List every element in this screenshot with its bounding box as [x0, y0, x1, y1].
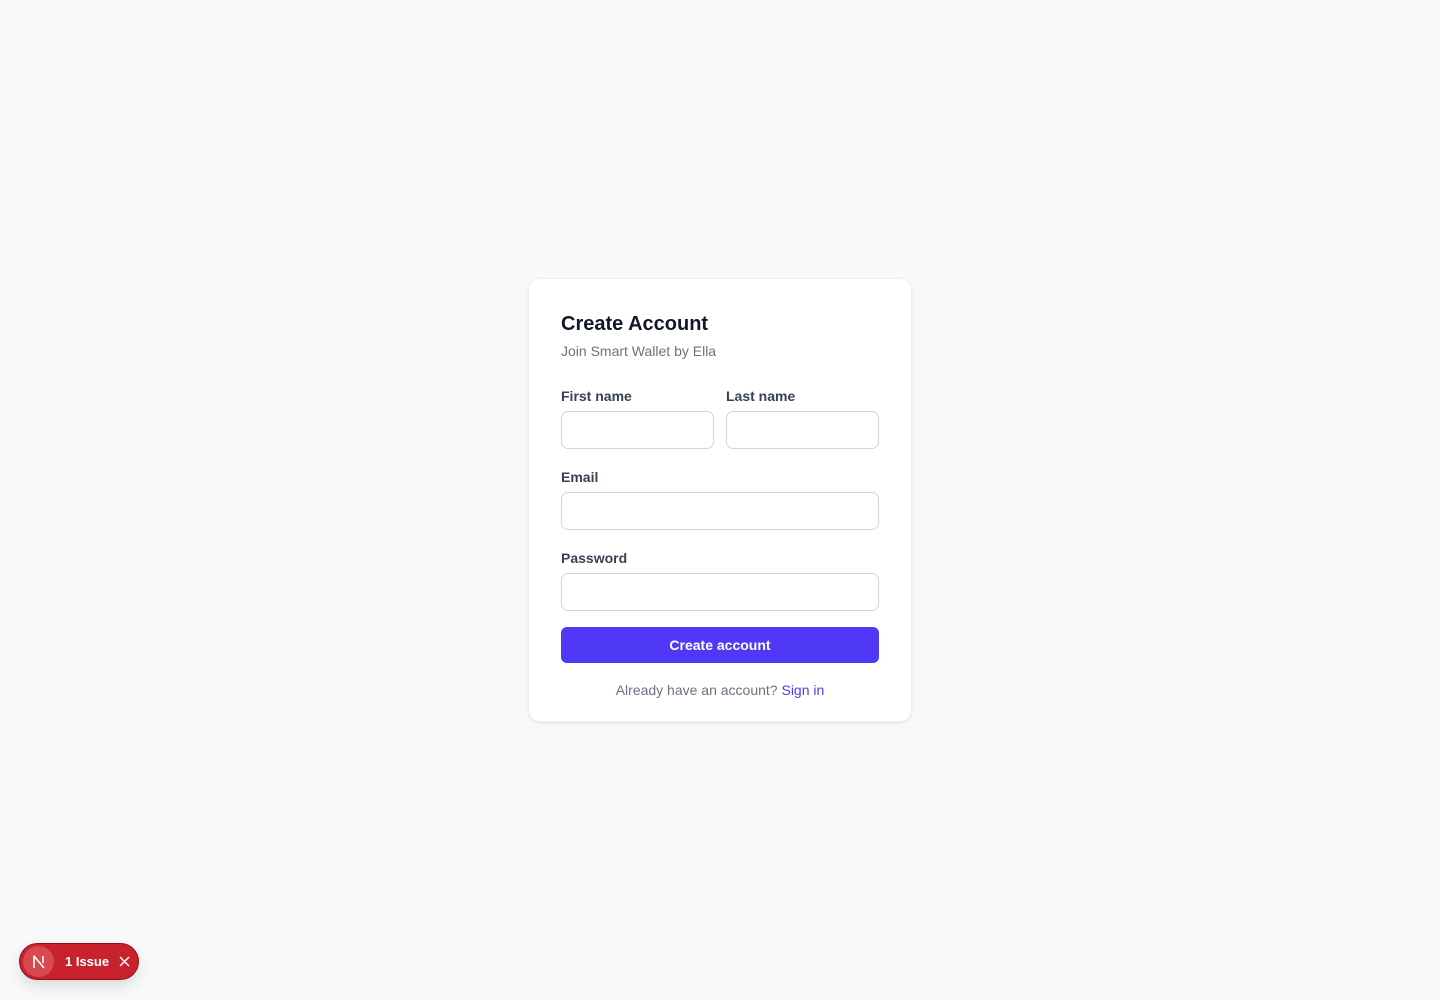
last-name-group: Last name [726, 386, 879, 449]
first-name-label: First name [561, 388, 632, 404]
password-label: Password [561, 550, 628, 566]
dev-issues-indicator[interactable]: 1 Issue [19, 943, 139, 980]
email-field[interactable] [561, 492, 879, 530]
email-label: Email [561, 469, 599, 485]
password-field[interactable] [561, 573, 879, 611]
sign-in-link[interactable]: Sign in [781, 682, 824, 698]
create-account-button[interactable]: Create account [561, 627, 879, 663]
close-icon[interactable] [118, 956, 130, 968]
password-group: Password [561, 548, 879, 611]
last-name-field[interactable] [726, 411, 879, 449]
next-logo-icon[interactable] [23, 946, 54, 977]
signup-card: Create Account Join Smart Wallet by Ella… [528, 278, 912, 722]
name-row: First name Last name [561, 386, 879, 449]
first-name-field[interactable] [561, 411, 714, 449]
issue-count[interactable]: 1 Issue [65, 954, 109, 969]
page-subtitle: Join Smart Wallet by Ella [561, 343, 717, 359]
first-name-group: First name [561, 386, 714, 449]
last-name-label: Last name [726, 388, 796, 404]
signin-prompt: Already have an account? Sign in [561, 680, 879, 700]
email-group: Email [561, 467, 879, 530]
page-title: Create Account [561, 313, 709, 335]
signin-prompt-text: Already have an account? [615, 682, 778, 698]
